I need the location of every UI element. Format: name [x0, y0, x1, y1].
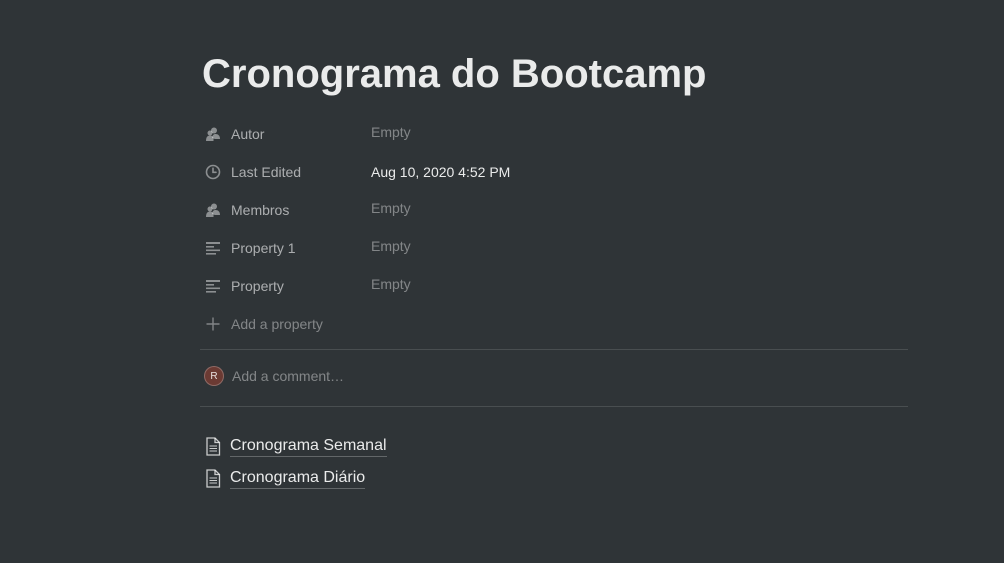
subpage-title: Cronograma Semanal [230, 436, 387, 457]
property-row-property-1: Property 1 Empty [200, 229, 908, 267]
subpage-link-cronograma-diario[interactable]: Cronograma Diário [200, 462, 387, 494]
subpage-link-cronograma-semanal[interactable]: Cronograma Semanal [200, 430, 387, 462]
page-title[interactable]: Cronograma do Bootcamp [202, 50, 706, 98]
property-value-property-1[interactable]: Empty [371, 233, 411, 263]
property-row-last-edited: Last Edited Aug 10, 2020 4:52 PM [200, 153, 908, 191]
property-row-membros: Membros Empty [200, 191, 908, 229]
text-lines-icon [204, 277, 222, 295]
property-label: Last Edited [231, 164, 302, 180]
text-lines-icon [204, 239, 222, 257]
divider [200, 349, 908, 350]
property-name-membros[interactable]: Membros [200, 195, 371, 225]
property-label: Property 1 [231, 240, 296, 256]
property-value-property[interactable]: Empty [371, 271, 411, 301]
property-name-last-edited[interactable]: Last Edited [200, 157, 371, 187]
properties-list: Autor Empty Last Edited Aug 10, 2020 4:5… [200, 115, 908, 343]
add-property-row: Add a property [200, 305, 908, 343]
property-value-membros[interactable]: Empty [371, 195, 411, 225]
document-icon [204, 436, 222, 456]
subpage-list: Cronograma Semanal Cronograma Diário [200, 430, 387, 494]
divider [200, 406, 908, 407]
add-property-button[interactable]: Add a property [200, 309, 371, 339]
property-label: Membros [231, 202, 290, 218]
property-label: Autor [231, 126, 265, 142]
comment-placeholder: Add a comment… [232, 368, 345, 384]
property-row-autor: Autor Empty [200, 115, 908, 153]
plus-icon [204, 315, 222, 333]
property-name-autor[interactable]: Autor [200, 119, 371, 149]
subpage-title: Cronograma Diário [230, 468, 366, 489]
property-value-autor[interactable]: Empty [371, 119, 411, 149]
document-icon [204, 468, 222, 488]
person-icon [204, 201, 222, 219]
property-name-property[interactable]: Property [200, 271, 371, 301]
property-value-last-edited: Aug 10, 2020 4:52 PM [371, 164, 511, 180]
property-name-property-1[interactable]: Property 1 [200, 233, 371, 263]
avatar: R [204, 366, 224, 386]
comment-input[interactable]: R Add a comment… [204, 365, 344, 387]
property-label: Property [231, 278, 284, 294]
property-row-property: Property Empty [200, 267, 908, 305]
add-property-label: Add a property [231, 316, 323, 332]
person-icon [204, 125, 222, 143]
clock-icon [204, 163, 222, 181]
